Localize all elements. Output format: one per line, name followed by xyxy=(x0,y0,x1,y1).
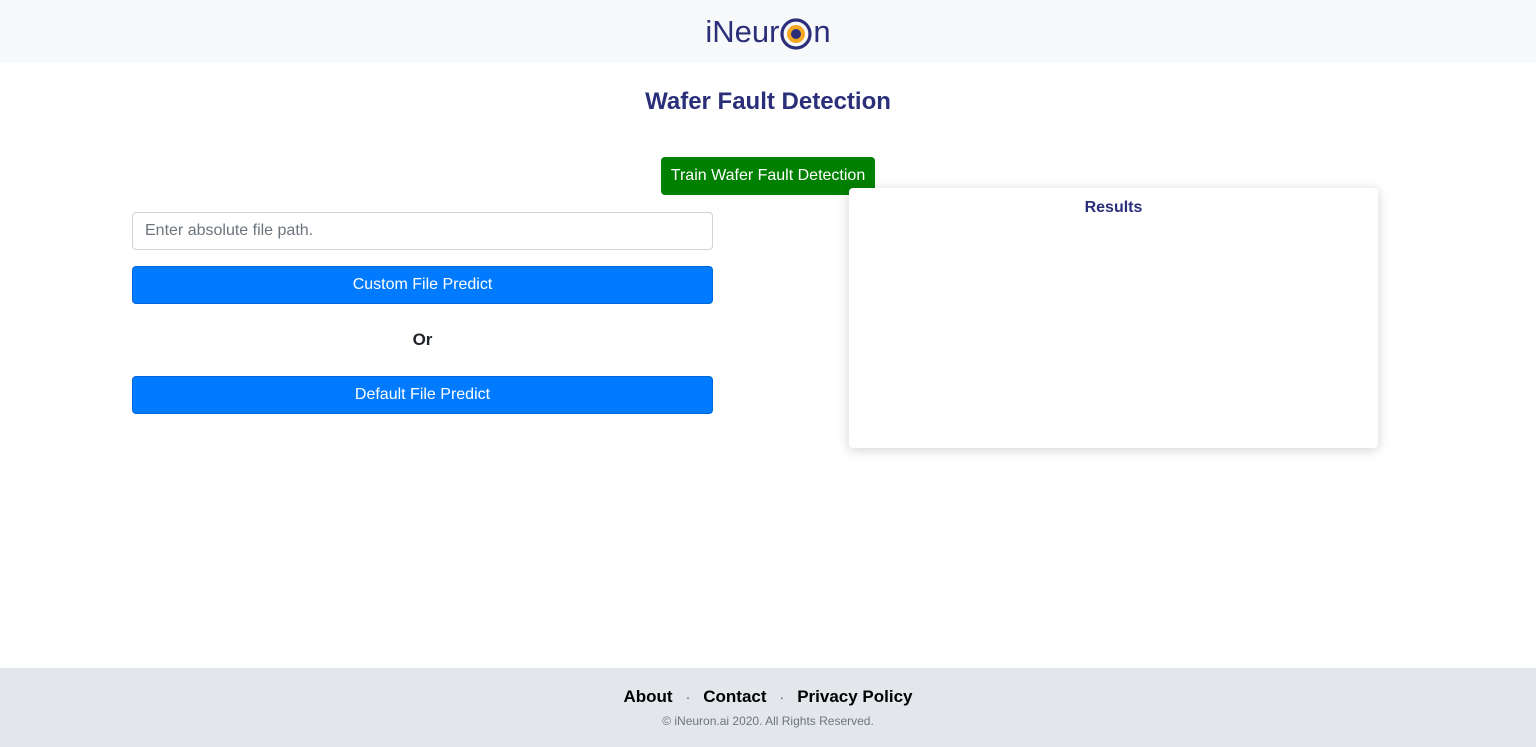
footer-link-contact[interactable]: Contact xyxy=(703,687,766,707)
navbar: iNeur n xyxy=(0,0,1536,63)
logo-text-prefix: iNeur xyxy=(705,14,780,49)
results-panel: Results xyxy=(849,188,1378,448)
default-file-predict-button[interactable]: Default File Predict xyxy=(132,376,713,414)
file-path-input[interactable] xyxy=(132,212,713,250)
results-title: Results xyxy=(1084,199,1143,216)
custom-file-predict-button[interactable]: Custom File Predict xyxy=(132,266,713,304)
train-button[interactable]: Train Wafer Fault Detection xyxy=(661,157,875,195)
footer-link-about[interactable]: About xyxy=(623,687,672,707)
copyright-text: © iNeuron.ai 2020. All Rights Reserved. xyxy=(662,714,874,728)
footer-link-privacy-policy[interactable]: Privacy Policy xyxy=(797,687,912,707)
footer-separator: · xyxy=(685,689,691,705)
footer: About · Contact · Privacy Policy © iNeur… xyxy=(0,668,1536,747)
footer-separator: · xyxy=(779,689,785,705)
ineuron-logo[interactable]: iNeur n xyxy=(705,12,831,52)
logo-text-suffix: n xyxy=(813,14,831,49)
target-ring-icon xyxy=(780,17,813,50)
footer-links: About · Contact · Privacy Policy xyxy=(0,687,1536,707)
or-divider-label: Or xyxy=(412,330,433,349)
page-title: Wafer Fault Detection xyxy=(645,88,891,115)
